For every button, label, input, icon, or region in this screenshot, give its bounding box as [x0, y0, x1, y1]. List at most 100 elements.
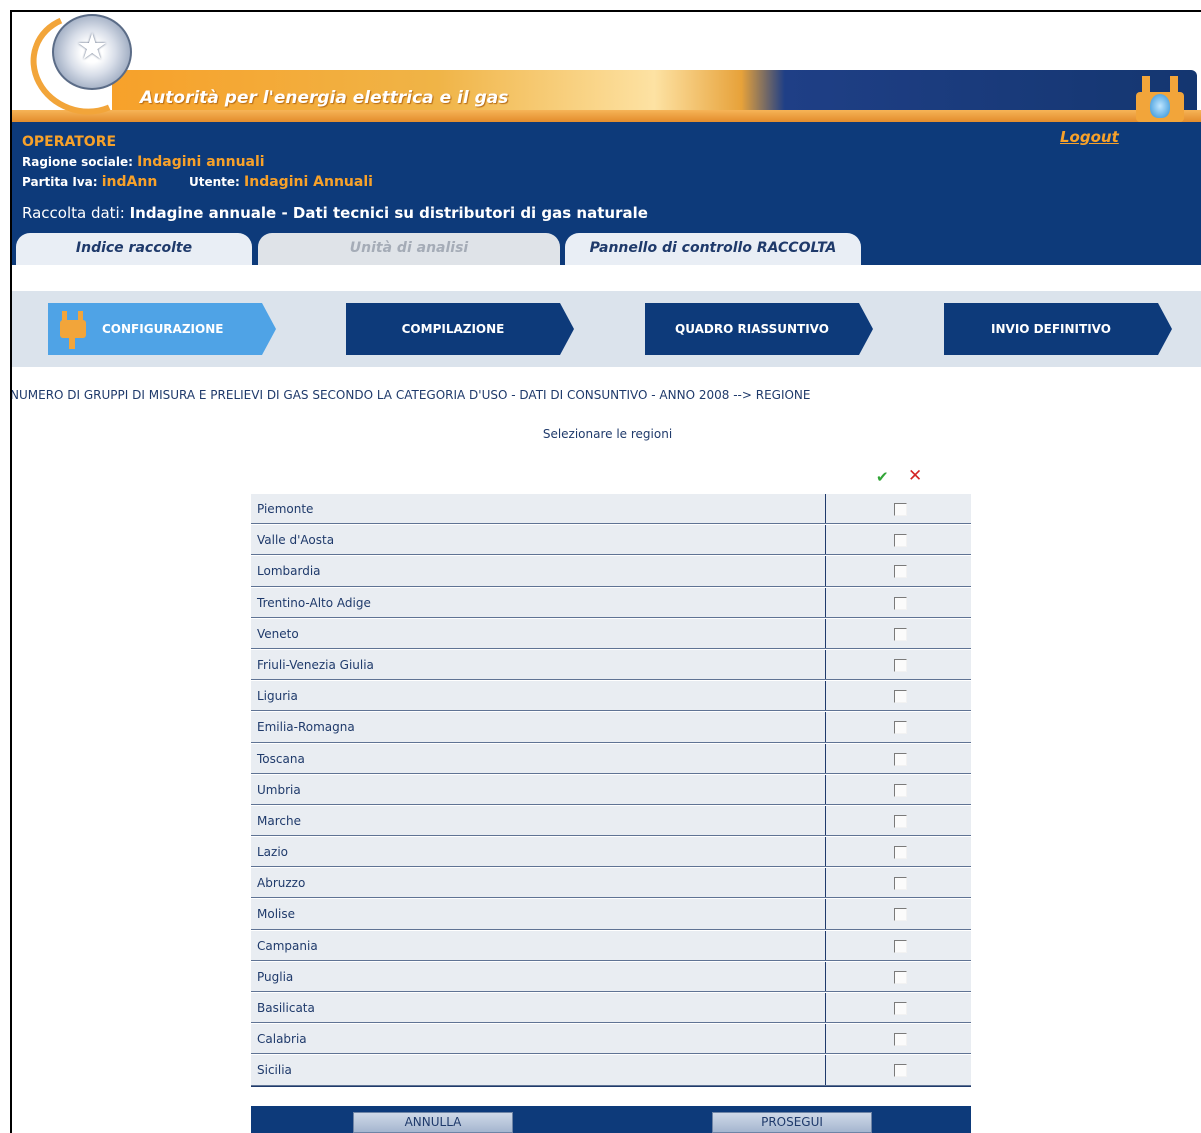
- tab-content-top: [12, 265, 1201, 289]
- operator-title: OPERATORE: [22, 134, 117, 150]
- region-checkbox[interactable]: [894, 846, 907, 860]
- raccolta-dati: Raccolta dati: Indagine annuale - Dati t…: [22, 204, 648, 222]
- ragione-sociale-label: Ragione sociale:: [22, 155, 133, 169]
- column-divider: [825, 712, 826, 742]
- raccolta-value: Indagine annuale - Dati tecnici su distr…: [129, 204, 648, 222]
- region-checkbox[interactable]: [894, 970, 907, 984]
- raccolta-label: Raccolta dati:: [22, 204, 125, 222]
- region-name: Calabria: [257, 1032, 307, 1047]
- page-frame: ★ Autorità per l'energia elettrica e il …: [10, 10, 1201, 1133]
- instruction-text: Selezionare le regioni: [542, 427, 673, 441]
- region-name: Campania: [257, 938, 318, 953]
- region-checkbox[interactable]: [894, 565, 907, 579]
- operator-panel: OPERATORE Ragione sociale: Indagini annu…: [12, 122, 1201, 227]
- region-checkbox[interactable]: [894, 752, 907, 766]
- tab-indice-raccolte[interactable]: Indice raccolte: [16, 233, 252, 265]
- region-checkbox[interactable]: [894, 814, 907, 828]
- tab-bar: Indice raccolte Unità di analisi Pannell…: [12, 227, 1201, 265]
- table-row: Lombardia: [251, 555, 971, 587]
- table-row: Toscana: [251, 742, 971, 774]
- column-divider: [825, 587, 826, 617]
- breadcrumb: NUMERO DI GRUPPI DI MISURA E PRELIEVI DI…: [10, 388, 811, 402]
- region-checkbox[interactable]: [894, 690, 907, 704]
- tab-pannello-controllo[interactable]: Pannello di controllo RACCOLTA: [565, 233, 861, 265]
- region-name: Lazio: [257, 845, 289, 860]
- column-divider: [825, 805, 826, 836]
- table-row: Piemonte: [251, 493, 971, 525]
- region-checkbox[interactable]: [894, 596, 907, 610]
- close-icon[interactable]: ✕: [908, 466, 922, 486]
- region-checkbox[interactable]: [894, 658, 907, 672]
- step-invio-label: INVIO DEFINITIVO: [991, 322, 1111, 336]
- region-checkbox[interactable]: [894, 721, 907, 735]
- step-invio-definitivo[interactable]: INVIO DEFINITIVO: [944, 303, 1172, 355]
- region-checkbox[interactable]: [894, 627, 907, 641]
- annulla-button[interactable]: ANNULLA: [353, 1112, 513, 1133]
- region-name: Basilicata: [257, 1001, 315, 1015]
- region-checkbox[interactable]: [894, 783, 907, 797]
- region-checkbox[interactable]: [894, 503, 907, 516]
- column-divider: [825, 556, 826, 586]
- table-row: Puglia: [251, 960, 971, 992]
- column-divider: [825, 494, 826, 524]
- step-compilazione[interactable]: COMPILAZIONE: [346, 303, 574, 355]
- header-banner: ★ Autorità per l'energia elettrica e il …: [12, 12, 1201, 148]
- utente-value: Indagini Annuali: [244, 174, 373, 190]
- region-checkbox[interactable]: [894, 877, 907, 891]
- column-divider: [825, 1024, 826, 1054]
- logout-link[interactable]: Logout: [1060, 128, 1119, 146]
- step-quadro-label: QUADRO RIASSUNTIVO: [675, 322, 829, 336]
- table-row: Veneto: [251, 617, 971, 649]
- table-row: Umbria: [251, 773, 971, 805]
- region-name: Liguria: [257, 689, 298, 704]
- banner-bar: [12, 110, 1201, 122]
- ragione-sociale: Ragione sociale: Indagini annuali: [22, 154, 265, 170]
- region-name: Umbria: [257, 782, 301, 797]
- table-row: Emilia-Romagna: [251, 711, 971, 743]
- column-divider: [825, 837, 826, 867]
- column-divider: [825, 899, 826, 929]
- region-checkbox[interactable]: [894, 939, 907, 953]
- select-controls: ✔ ✕: [872, 466, 932, 486]
- table-row: Basilicata: [251, 992, 971, 1024]
- table-row: Marche: [251, 804, 971, 837]
- column-divider: [825, 1055, 826, 1085]
- region-checkbox[interactable]: [894, 1064, 907, 1078]
- region-name: Friuli-Venezia Giulia: [257, 657, 374, 672]
- tab-unita-di-analisi: Unità di analisi: [258, 233, 560, 265]
- table-row: Trentino-Alto Adige: [251, 586, 971, 618]
- table-row: Valle d'Aosta: [251, 524, 971, 556]
- partita-iva-label: Partita Iva:: [22, 175, 98, 189]
- step-compilazione-label: COMPILAZIONE: [401, 322, 505, 336]
- table-row: Campania: [251, 929, 971, 961]
- region-name: Lombardia: [257, 564, 321, 579]
- table-row: Calabria: [251, 1023, 971, 1055]
- table-row: Sicilia: [251, 1054, 971, 1086]
- column-divider: [825, 618, 826, 648]
- region-name: Puglia: [257, 969, 294, 984]
- column-divider: [825, 743, 826, 773]
- brand-title: Autorità per l'energia elettrica e il ga…: [140, 88, 509, 108]
- region-name: Marche: [257, 813, 301, 828]
- region-name: Emilia-Romagna: [257, 720, 355, 735]
- region-checkbox[interactable]: [894, 1033, 907, 1047]
- step-configurazione[interactable]: CONFIGURAZIONE: [48, 303, 276, 355]
- prosegui-button[interactable]: PROSEGUI: [712, 1112, 872, 1133]
- utente-label: Utente:: [189, 175, 240, 189]
- ragione-sociale-value: Indagini annuali: [137, 154, 265, 170]
- regions-table: Piemonte Valle d'Aosta Lombardia Trentino-A…: [251, 493, 971, 1087]
- region-name: Sicilia: [257, 1063, 292, 1078]
- region-checkbox[interactable]: [894, 908, 907, 922]
- table-row: Molise: [251, 898, 971, 930]
- table-row: Abruzzo: [251, 867, 971, 899]
- region-checkbox[interactable]: [894, 534, 907, 548]
- utente: Utente: Indagini Annuali: [189, 174, 373, 190]
- step-quadro-riassuntivo[interactable]: QUADRO RIASSUNTIVO: [645, 303, 873, 355]
- region-name: Valle d'Aosta: [257, 533, 335, 548]
- region-checkbox[interactable]: [894, 1002, 907, 1015]
- region-name: Abruzzo: [257, 876, 306, 891]
- region-name: Molise: [257, 907, 295, 922]
- column-divider: [825, 649, 826, 680]
- check-icon[interactable]: ✔: [876, 468, 889, 486]
- column-divider: [825, 525, 826, 555]
